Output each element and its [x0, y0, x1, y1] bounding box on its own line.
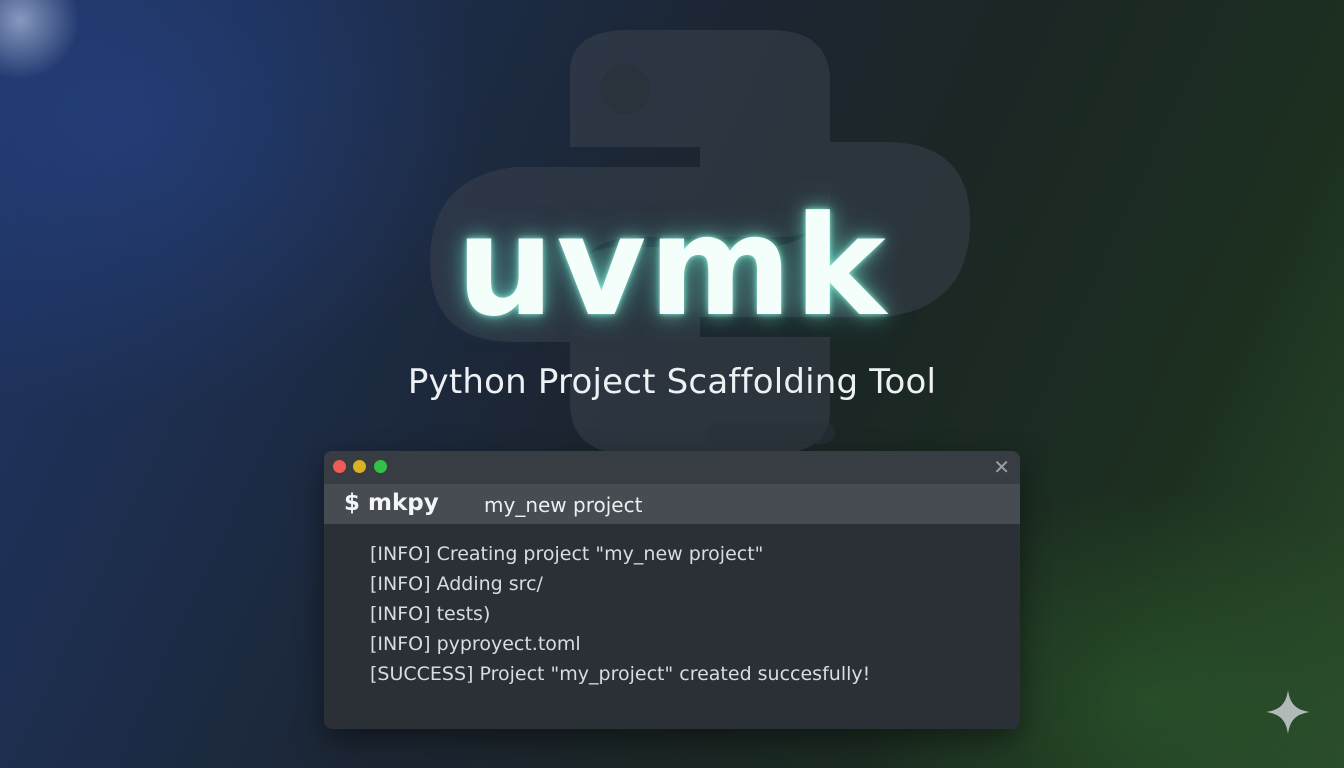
app-subtitle: Python Project Scaffolding Tool [407, 362, 937, 402]
close-window-button[interactable] [333, 460, 346, 473]
output-line: [INFO] pyproyect.toml [370, 633, 581, 655]
corner-light-glow [0, 0, 80, 80]
command-argument: my_new project [484, 493, 643, 517]
minimize-window-button[interactable] [353, 460, 366, 473]
output-line-success: [SUCCESS] Project "my_project" created s… [370, 663, 871, 685]
command-input-bar[interactable]: $ mkpy my_new project [324, 484, 1020, 524]
output-line: [INFO] tests) [370, 603, 491, 625]
app-title: uvmk [456, 186, 888, 347]
maximize-window-button[interactable] [374, 460, 387, 473]
close-icon[interactable]: ✕ [993, 455, 1010, 479]
command-prompt: $ mkpy [344, 490, 439, 516]
sparkle-icon [1266, 690, 1310, 734]
terminal-window: ✕ $ mkpy my_new project [INFO] Creating … [324, 451, 1020, 729]
output-line: [INFO] Adding src/ [370, 573, 543, 595]
terminal-titlebar: ✕ [324, 451, 1020, 484]
output-line: [INFO] Creating project "my_new project" [370, 543, 764, 565]
terminal-output: [INFO] Creating project "my_new project"… [370, 539, 870, 689]
